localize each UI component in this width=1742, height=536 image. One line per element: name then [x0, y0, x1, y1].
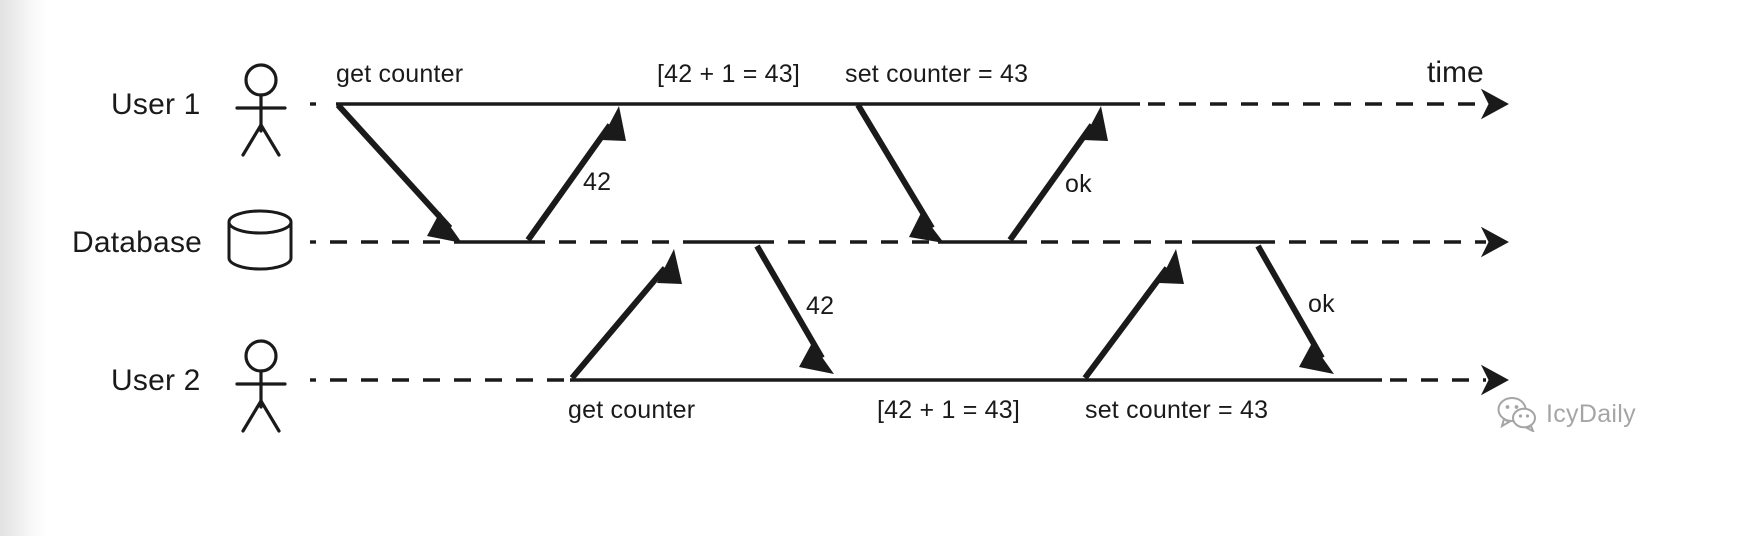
message-arrow-return-42-user1 [525, 106, 626, 242]
message-label-increment-top: [42 + 1 = 43] [657, 60, 800, 88]
lifeline-label-database: Database [72, 226, 203, 259]
message-label-increment-bottom: [42 + 1 = 43] [877, 396, 1020, 424]
message-arrow-get-counter-user2 [569, 249, 682, 380]
database-cylinder-icon [227, 209, 293, 271]
message-label-set-counter-top: set counter = 43 [845, 60, 1029, 88]
message-arrow-set-counter-user1 [855, 103, 944, 243]
stick-figure-icon-user1 [235, 63, 287, 157]
time-axis-label: time [1427, 56, 1484, 89]
message-label-set-counter-bottom: set counter = 43 [1085, 396, 1269, 424]
lifeline-label-user2: User 2 [111, 364, 201, 397]
diagram-page: User 1 Database User 2 time get counter … [0, 0, 1742, 536]
message-label-return-42-bottom: 42 [806, 292, 835, 320]
lifeline-label-user1: User 1 [111, 88, 201, 121]
message-label-get-counter-bottom: get counter [568, 396, 696, 424]
watermark: IcyDaily [1497, 396, 1636, 432]
message-label-return-42-top: 42 [583, 168, 612, 196]
wechat-icon [1497, 397, 1536, 432]
message-label-get-counter-top: get counter [336, 60, 464, 88]
message-arrow-get-counter-user1 [335, 102, 462, 243]
message-arrow-return-ok-user1 [1007, 106, 1108, 242]
message-label-return-ok-bottom: ok [1308, 290, 1335, 318]
watermark-text: IcyDaily [1546, 399, 1636, 428]
message-label-return-ok-top: ok [1065, 170, 1092, 198]
stick-figure-icon-user2 [235, 339, 287, 433]
message-arrow-set-counter-user2 [1082, 249, 1184, 380]
